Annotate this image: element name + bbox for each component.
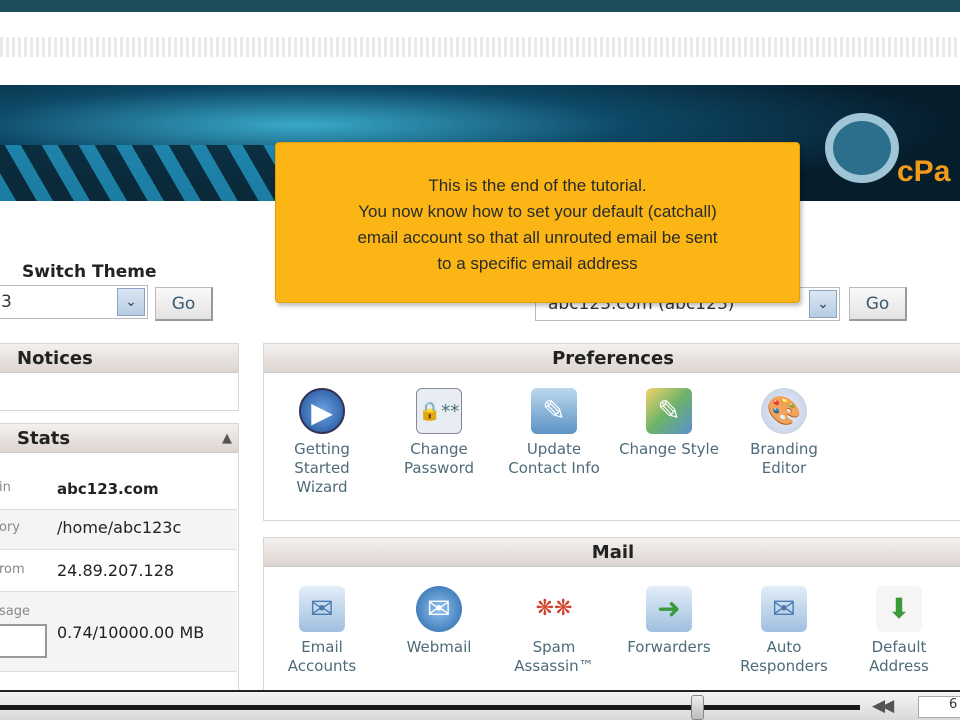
change-style-link[interactable]: ✎ Change Style xyxy=(614,388,724,459)
spam-assassin-link[interactable]: ❋❋ Spam Assassin™ xyxy=(499,586,609,676)
contact-icon: ✎ xyxy=(531,388,577,434)
default-address-icon: ⬇ xyxy=(876,586,922,632)
theme-go-button[interactable]: Go xyxy=(155,287,213,321)
tutorial-tooltip: This is the end of the tutorial. You now… xyxy=(275,142,800,303)
lock-icon: 🔒** xyxy=(416,388,462,434)
branding-editor-link[interactable]: 🎨 Branding Editor xyxy=(729,388,839,478)
webmail-link[interactable]: ✉ Webmail xyxy=(384,586,494,657)
header-strip xyxy=(0,12,960,82)
stats-row: in abc123.com xyxy=(0,470,237,510)
switch-theme-label: Switch Theme xyxy=(22,262,157,282)
forwarders-link[interactable]: ➜ Forwarders xyxy=(614,586,724,657)
video-player-bar: ◀◀ 6 xyxy=(0,690,960,720)
tooltip-line: You now know how to set your default (ca… xyxy=(358,202,717,221)
stats-header[interactable]: Stats ▲ xyxy=(0,424,238,453)
mail-panel: Mail ✉ Email Accounts ✉ Webmail ❋❋ Spam Ass… xyxy=(263,537,960,692)
update-contact-info-link[interactable]: ✎ Update Contact Info xyxy=(499,388,609,478)
collapse-icon[interactable]: ▲ xyxy=(222,424,232,453)
autoresponder-icon: ✉ xyxy=(761,586,807,632)
mail-title: Mail xyxy=(264,538,960,567)
domain-go-button[interactable]: Go xyxy=(849,287,907,321)
notices-panel: Notices xyxy=(0,343,239,411)
banner-graphic xyxy=(0,145,300,201)
tooltip-line: to a specific email address xyxy=(437,254,638,273)
auto-responders-link[interactable]: ✉ Auto Responders xyxy=(729,586,839,676)
style-icon: ✎ xyxy=(646,388,692,434)
preferences-title: Preferences xyxy=(264,344,960,373)
rewind-icon[interactable]: ◀◀ xyxy=(872,696,894,716)
preferences-panel: Preferences ▶ Getting Started Wizard 🔒** C… xyxy=(263,343,960,521)
theme-select[interactable]: 3 ⌄ xyxy=(0,285,148,319)
tooltip-line: This is the end of the tutorial. xyxy=(428,176,647,195)
stats-panel: Stats ▲ in abc123.com ory/home/abc123c rom… xyxy=(0,423,239,693)
time-display: 6 xyxy=(918,696,960,718)
notices-title: Notices xyxy=(0,344,238,373)
stats-row: rom 24.89.207.128 xyxy=(0,550,237,592)
cpanel-logo: cPa xyxy=(825,107,950,192)
tooltip-line: email account so that all unrouted email… xyxy=(357,228,718,247)
stats-row: sage 0.74/10000.00 MB xyxy=(0,592,237,672)
disk-usage-bar xyxy=(0,624,47,658)
play-icon: ▶ xyxy=(299,388,345,434)
getting-started-wizard-link[interactable]: ▶ Getting Started Wizard xyxy=(267,388,377,497)
chevron-down-icon[interactable]: ⌄ xyxy=(809,290,837,318)
default-address-link[interactable]: ⬇ Default Address xyxy=(844,586,954,676)
change-password-link[interactable]: 🔒** Change Password xyxy=(384,388,494,478)
palette-icon: 🎨 xyxy=(761,388,807,434)
webmail-icon: ✉ xyxy=(416,586,462,632)
email-accounts-link[interactable]: ✉ Email Accounts xyxy=(267,586,377,676)
seek-thumb[interactable] xyxy=(690,695,704,720)
stats-row: ory/home/abc123c xyxy=(0,510,237,550)
envelope-icon: ✉ xyxy=(299,586,345,632)
forward-icon: ➜ xyxy=(646,586,692,632)
seek-track[interactable] xyxy=(0,705,860,710)
spam-icon: ❋❋ xyxy=(535,596,573,621)
chevron-down-icon[interactable]: ⌄ xyxy=(117,288,145,316)
top-bar xyxy=(0,0,960,12)
